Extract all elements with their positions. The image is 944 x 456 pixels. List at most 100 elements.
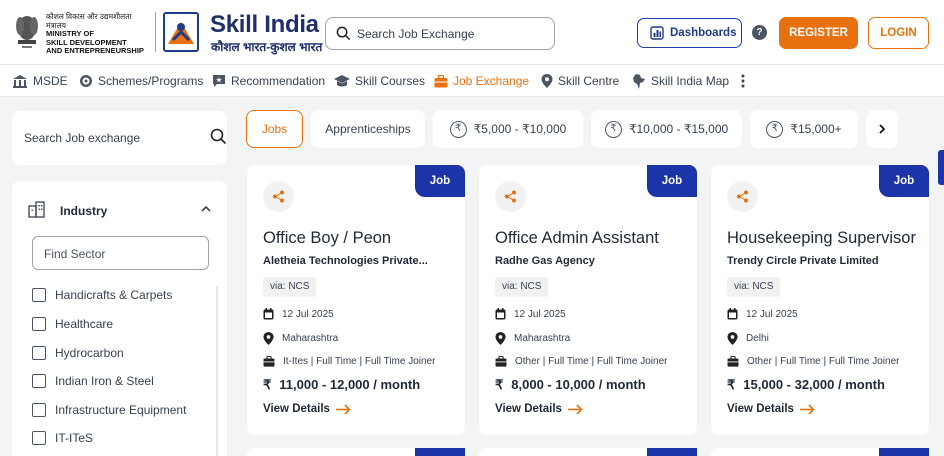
nav-item-msde[interactable]: MSDE <box>12 65 68 97</box>
industry-filter-header[interactable]: Industry <box>28 201 216 221</box>
nav-label-schemes: Schemes/Programs <box>98 74 204 88</box>
sector-label: Hydrocarbon <box>55 346 124 360</box>
briefcase-icon <box>495 356 507 367</box>
share-icon <box>273 190 284 203</box>
job-type-badge <box>415 448 465 456</box>
sidebar-search-input[interactable]: Search Job exchange <box>12 111 227 165</box>
share-button[interactable] <box>495 181 526 212</box>
job-details: It-Ites | Full Time | Full Time Joiner <box>263 356 435 367</box>
nav-item-recommendation[interactable]: Recommendation <box>212 65 325 97</box>
filter-jobs[interactable]: Jobs <box>246 110 303 148</box>
nav-label-recommendation: Recommendation <box>231 74 326 88</box>
view-details-label: View Details <box>495 403 562 415</box>
job-type-badge <box>647 448 697 456</box>
job-title[interactable]: Office Admin Assistant <box>495 229 659 248</box>
view-details-link[interactable]: View Details <box>263 403 351 415</box>
salary-text: 11,000 - 12,000 / month <box>279 377 421 392</box>
nav-item-job-exchange[interactable]: Job Exchange <box>434 65 529 97</box>
register-button[interactable]: REGISTER <box>779 17 858 49</box>
location-pin-icon <box>727 332 738 345</box>
sector-checkbox[interactable] <box>32 374 46 388</box>
nav-item-schemes[interactable]: Schemes/Programs <box>79 65 203 97</box>
job-details-text: It-Ites | Full Time | Full Time Joiner <box>283 356 436 367</box>
filter-salary-label: ₹10,000 - ₹15,000 <box>628 122 729 136</box>
job-card[interactable]: Job Office Admin Assistant Radhe Gas Age… <box>479 165 697 435</box>
source-tag: via: NCS <box>727 277 781 297</box>
nav-item-skill-centre[interactable]: Skill Centre <box>541 65 619 97</box>
briefcase-icon <box>263 356 275 367</box>
sector-option[interactable]: Healthcare <box>32 315 113 333</box>
posted-date: 12 Jul 2025 <box>263 308 334 320</box>
find-sector-input[interactable]: Find Sector <box>32 236 209 270</box>
job-location-text: Maharashtra <box>514 333 571 344</box>
filter-salary-5k-10k[interactable]: ₹ ₹5,000 - ₹10,000 <box>433 110 583 148</box>
sector-option[interactable]: Infrastructure Equipment <box>32 401 186 419</box>
view-details-link[interactable]: View Details <box>727 403 815 415</box>
chevron-right-icon <box>879 124 886 134</box>
sector-checkbox[interactable] <box>32 288 46 302</box>
national-emblem-icon <box>16 16 38 48</box>
salary: ₹11,000 - 12,000 / month <box>263 377 420 393</box>
header-search-input[interactable]: Search Job Exchange <box>325 17 555 50</box>
nav-item-skill-india-map[interactable]: Skill India Map <box>632 65 729 97</box>
sector-list-scrollbar[interactable] <box>216 286 218 456</box>
job-location-text: Maharashtra <box>282 333 339 344</box>
brand-title[interactable]: Skill India <box>210 11 319 39</box>
location-pin-icon <box>495 332 506 345</box>
salary: ₹8,000 - 10,000 / month <box>495 377 646 393</box>
sector-option[interactable]: Indian Iron & Steel <box>32 372 154 390</box>
briefcase-icon <box>434 74 448 87</box>
job-card[interactable]: Job Housekeeping Supervisor Trendy Circl… <box>711 165 929 435</box>
filter-salary-10k-15k[interactable]: ₹ ₹10,000 - ₹15,000 <box>591 110 742 148</box>
job-location: Delhi <box>727 332 769 345</box>
calendar-icon <box>727 308 738 320</box>
job-type-badge: Job <box>879 165 929 197</box>
login-button[interactable]: LOGIN <box>868 17 929 49</box>
job-title[interactable]: Housekeeping Supervisor <box>727 229 916 248</box>
share-button[interactable] <box>263 181 294 212</box>
job-card-partial[interactable] <box>479 448 697 456</box>
nav-label-job-exchange: Job Exchange <box>453 74 530 88</box>
arrow-right-icon <box>799 403 815 415</box>
filter-apprenticeships[interactable]: Apprenticeships <box>311 110 425 148</box>
ministry-name-hindi: कौशल विकास और उद्यमशीलता मंत्रालय <box>46 12 132 30</box>
sector-label: Infrastructure Equipment <box>55 403 187 417</box>
share-button[interactable] <box>727 181 758 212</box>
job-title[interactable]: Office Boy / Peon <box>263 229 391 248</box>
dashboards-button[interactable]: Dashboards <box>637 18 742 48</box>
job-card-partial[interactable] <box>247 448 465 456</box>
nav-item-skill-courses[interactable]: Skill Courses <box>334 65 425 97</box>
job-card[interactable]: Job Office Boy / Peon Aletheia Technolog… <box>247 165 465 435</box>
sector-label: Indian Iron & Steel <box>55 374 154 388</box>
sector-checkbox[interactable] <box>32 431 46 445</box>
filter-salary-15k-plus[interactable]: ₹ ₹15,000+ <box>750 110 858 148</box>
rupee-icon: ₹ <box>263 377 272 392</box>
nav-label-skill-india-map: Skill India Map <box>651 74 730 88</box>
chevron-up-icon[interactable] <box>200 203 212 215</box>
nav-more-button[interactable] <box>740 65 746 97</box>
skill-india-logo-icon[interactable] <box>163 12 199 52</box>
sector-option[interactable]: Hydrocarbon <box>32 344 124 362</box>
side-feedback-tab[interactable] <box>938 150 944 185</box>
graduation-cap-icon <box>334 75 350 87</box>
filters-next-button[interactable] <box>866 110 898 148</box>
find-sector-placeholder: Find Sector <box>44 247 106 261</box>
posted-date-text: 12 Jul 2025 <box>514 308 566 320</box>
industry-label: Industry <box>60 204 108 218</box>
ministry-name-line3: AND ENTREPRENEURSHIP <box>46 46 144 55</box>
job-card-partial[interactable] <box>711 448 929 456</box>
nav-label-skill-centre: Skill Centre <box>558 74 620 88</box>
help-icon[interactable]: ? <box>752 25 767 40</box>
job-details-text: Other | Full Time | Full Time Joiner <box>747 356 900 367</box>
sector-checkbox[interactable] <box>32 403 46 417</box>
sector-option[interactable]: IT-ITeS <box>32 429 93 447</box>
industry-building-icon <box>28 201 45 218</box>
job-location: Maharashtra <box>263 332 338 345</box>
filter-apprenticeships-label: Apprenticeships <box>325 122 411 136</box>
sector-checkbox[interactable] <box>32 346 46 360</box>
sector-checkbox[interactable] <box>32 317 46 331</box>
posted-date-text: 12 Jul 2025 <box>746 308 798 320</box>
rupee-icon: ₹ <box>449 120 467 138</box>
view-details-link[interactable]: View Details <box>495 403 583 415</box>
sector-option[interactable]: Handicrafts & Carpets <box>32 286 172 304</box>
